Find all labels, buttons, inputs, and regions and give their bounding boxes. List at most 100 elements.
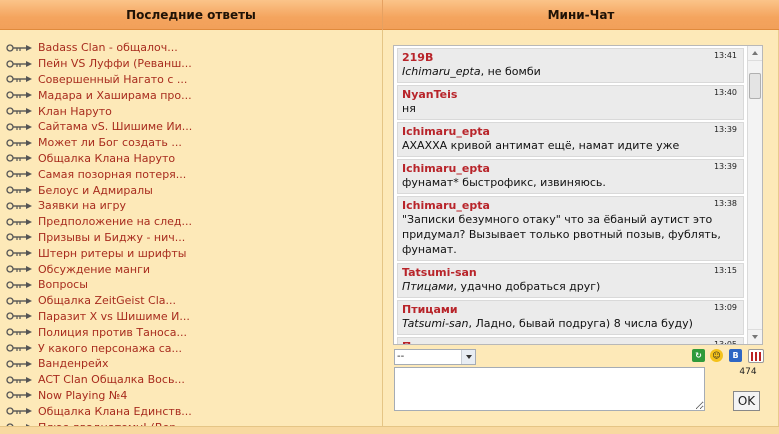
topic-link[interactable]: Now Playing №4 — [38, 389, 127, 402]
chat-scrollbar[interactable] — [747, 46, 762, 344]
key-arrow-icon — [6, 375, 38, 385]
topic-link[interactable]: ACT Clan Общалка Вось... — [38, 373, 185, 386]
topic-item[interactable]: Совершенный Нагато с ... — [6, 72, 380, 88]
topic-link[interactable]: Ванденрейх — [38, 357, 108, 370]
chat-message: Ichimaru_epta 13:38 "Записки безумного ота… — [397, 196, 744, 261]
key-arrow-icon — [6, 169, 38, 179]
chat-select[interactable]: -- — [394, 349, 476, 365]
latest-replies-header: Последние ответы — [0, 0, 382, 30]
topic-item[interactable]: Полиция против Таноса... — [6, 324, 380, 340]
latest-replies-list: Badass Clan - общалоч... Пейн VS Луффи (Р… — [6, 40, 380, 434]
chat-nick[interactable]: Ichimaru_epta — [402, 125, 739, 138]
topic-item[interactable]: Общалка Клана Наруто — [6, 151, 380, 167]
key-arrow-icon — [6, 280, 38, 290]
chat-nick[interactable]: Tatsumi-san — [402, 266, 739, 279]
topic-item[interactable]: Ванденрейх — [6, 356, 380, 372]
chat-messages-box[interactable]: 219B 13:41 Ichimaru_epta, не бомби NyanTeis… — [393, 45, 763, 345]
mini-chat-header: Мини-Чат — [383, 0, 779, 30]
topic-link[interactable]: Пейн VS Луффи (Реванш... — [38, 57, 192, 70]
chat-nick[interactable]: NyanTeis — [402, 88, 739, 101]
chat-message-input[interactable] — [394, 367, 705, 411]
topic-link[interactable]: Совершенный Нагато с ... — [38, 73, 187, 86]
key-arrow-icon — [6, 122, 38, 132]
topic-link[interactable]: У какого персонажа са... — [38, 342, 182, 355]
topic-item[interactable]: Мадара и Хаширама про... — [6, 87, 380, 103]
topic-link[interactable]: Предположение на след... — [38, 215, 192, 228]
topic-link[interactable]: Может ли Бог создать ... — [38, 136, 182, 149]
topic-link[interactable]: Клан Наруто — [38, 105, 112, 118]
topic-link[interactable]: Штерн ритеры и шрифты — [38, 247, 186, 260]
topic-item[interactable]: Предположение на след... — [6, 214, 380, 230]
topic-link[interactable]: Заявки на игру — [38, 199, 126, 212]
topic-link[interactable]: Белоус и Адмиралы — [38, 184, 153, 197]
refresh-icon[interactable]: ↻ — [692, 349, 705, 362]
topic-item[interactable]: Заявки на игру — [6, 198, 380, 214]
topic-link[interactable]: Общалка ZeitGeist Cla... — [38, 294, 176, 307]
chat-text: АХАХХА кривой антимат ещё, намат идите у… — [402, 138, 739, 153]
scroll-thumb[interactable] — [749, 73, 761, 99]
topic-item[interactable]: Общалка Клана Единств... — [6, 403, 380, 419]
topic-item[interactable]: Сайтама vS. Шишиме Ии... — [6, 119, 380, 135]
topic-item[interactable]: Может ли Бог создать ... — [6, 135, 380, 151]
chat-text-part: фунамат* быстрофикс, извиняюсь. — [402, 176, 606, 189]
chat-nick[interactable]: Птицами — [402, 303, 739, 316]
chat-nick[interactable]: Птицами — [402, 340, 739, 344]
chat-time: 13:39 — [713, 162, 737, 171]
scroll-down-arrow-icon[interactable] — [748, 329, 762, 344]
topic-link[interactable]: Обсуждение манги — [38, 263, 150, 276]
topic-link[interactable]: Сайтама vS. Шишиме Ии... — [38, 120, 192, 133]
key-arrow-icon — [6, 311, 38, 321]
key-arrow-icon — [6, 359, 38, 369]
topic-link[interactable]: Badass Clan - общалоч... — [38, 41, 178, 54]
chat-text-part: ня — [402, 102, 416, 115]
chat-addressee: Tatsumi-san — [402, 317, 469, 330]
history-icon[interactable] — [748, 349, 764, 363]
chat-time: 13:09 — [713, 303, 737, 312]
chat-message: 219B 13:41 Ichimaru_epta, не бомби — [397, 48, 744, 83]
topic-link[interactable]: Полиция против Таноса... — [38, 326, 187, 339]
topic-item[interactable]: Штерн ритеры и шрифты — [6, 245, 380, 261]
chat-time: 13:41 — [713, 51, 737, 60]
key-arrow-icon — [6, 343, 38, 353]
key-arrow-icon — [6, 106, 38, 116]
topic-item[interactable]: Пейн VS Луффи (Реванш... — [6, 56, 380, 72]
topic-item[interactable]: Обсуждение манги — [6, 261, 380, 277]
key-arrow-icon — [6, 138, 38, 148]
chat-nick[interactable]: Ichimaru_epta — [402, 199, 739, 212]
key-arrow-icon — [6, 264, 38, 274]
topic-link[interactable]: Вопросы — [38, 278, 88, 291]
topic-item[interactable]: Badass Clan - общалоч... — [6, 40, 380, 56]
topic-link[interactable]: Паразит X vs Шишиме И... — [38, 310, 190, 323]
topic-item[interactable]: Now Playing №4 — [6, 388, 380, 404]
topic-link[interactable]: Общалка Клана Наруто — [38, 152, 175, 165]
topic-item[interactable]: ACT Clan Общалка Вось... — [6, 372, 380, 388]
bold-button[interactable]: B — [729, 349, 742, 362]
topic-item[interactable]: Общалка ZeitGeist Cla... — [6, 293, 380, 309]
chat-text-part: , не бомби — [480, 65, 541, 78]
topic-link[interactable]: Мадара и Хаширама про... — [38, 89, 192, 102]
topic-item[interactable]: Клан Наруто — [6, 103, 380, 119]
topic-item[interactable]: Вопросы — [6, 277, 380, 293]
topic-link[interactable]: Самая позорная потеря... — [38, 168, 186, 181]
topic-item[interactable]: У какого персонажа са... — [6, 340, 380, 356]
chat-nick[interactable]: Ichimaru_epta — [402, 162, 739, 175]
topic-item[interactable]: Самая позорная потеря... — [6, 166, 380, 182]
chevron-down-icon[interactable] — [461, 350, 475, 364]
smile-icon[interactable]: ☺ — [710, 349, 723, 362]
topic-link[interactable]: Общалка Клана Единств... — [38, 405, 192, 418]
topic-item[interactable]: Паразит X vs Шишиме И... — [6, 309, 380, 325]
ok-button[interactable]: OK — [733, 391, 760, 411]
topic-link[interactable]: Призывы и Биджу - нич... — [38, 231, 185, 244]
topic-item[interactable]: Призывы и Биджу - нич... — [6, 230, 380, 246]
bottom-bar — [0, 426, 779, 434]
chat-nick[interactable]: 219B — [402, 51, 739, 64]
chat-message: NyanTeis 13:40 ня — [397, 85, 744, 120]
topic-item[interactable]: Белоус и Адмиралы — [6, 182, 380, 198]
key-arrow-icon — [6, 390, 38, 400]
chat-text: ня — [402, 101, 739, 116]
page-frame: Последние ответы Мини-Чат Badass Clan - … — [0, 0, 779, 434]
chat-message: Птицами13:05Tatsumi-san, Ага, и будете)) — [397, 337, 744, 344]
chat-text: фунамат* быстрофикс, извиняюсь. — [402, 175, 739, 190]
key-arrow-icon — [6, 185, 38, 195]
scroll-up-arrow-icon[interactable] — [748, 46, 762, 61]
